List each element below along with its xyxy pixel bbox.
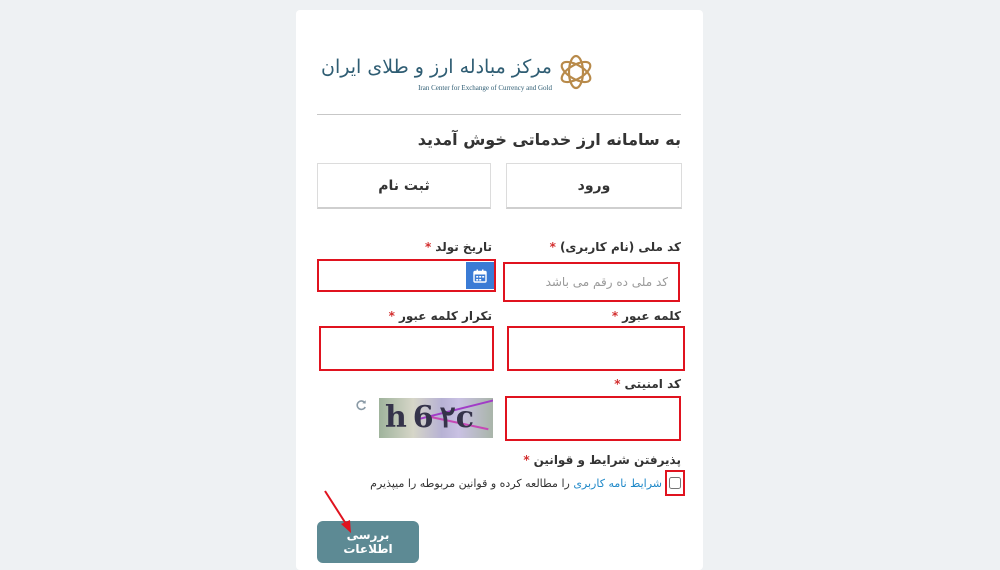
- birth-date-label: تاریخ تولد*: [425, 240, 492, 254]
- captcha-text: h6٢c: [385, 400, 481, 435]
- tab-login[interactable]: ورود: [506, 163, 682, 209]
- accept-terms-checkbox[interactable]: [669, 477, 681, 489]
- red-arrow-icon: [324, 490, 351, 533]
- logo-text-fa: مرکز مبادله ارز و طلای ایران: [321, 56, 552, 78]
- welcome-title: به سامانه ارز خدماتی خوش آمدید: [417, 130, 681, 149]
- required-mark: *: [425, 240, 432, 254]
- terms-text: شرایط نامه کاربری را مطالعه کرده و قوانی…: [370, 477, 662, 490]
- password-input[interactable]: [507, 326, 685, 371]
- logo-knot-icon: [560, 54, 592, 90]
- birth-date-label-text: تاریخ تولد: [435, 240, 492, 254]
- calendar-button[interactable]: [466, 262, 494, 289]
- logo: مرکز مبادله ارز و طلای ایران Iran Center…: [321, 48, 596, 110]
- logo-text-en: Iran Center for Exchange of Currency and…: [418, 84, 552, 92]
- accept-terms-label-text: پذیرفتن شرایط و قوانین: [533, 453, 681, 467]
- password-repeat-input[interactable]: [319, 326, 494, 371]
- security-code-label: کد امنیتی*: [614, 377, 681, 391]
- security-code-input[interactable]: [505, 396, 681, 441]
- calendar-icon: [473, 269, 487, 283]
- header-divider: [317, 114, 681, 115]
- required-mark: *: [523, 453, 530, 467]
- national-code-label-text: کد ملی (نام کاربری): [559, 240, 681, 254]
- password-repeat-label: تکرار کلمه عبور*: [389, 309, 492, 323]
- terms-link[interactable]: شرایط نامه کاربری: [573, 477, 662, 490]
- refresh-icon[interactable]: [355, 399, 367, 411]
- accept-terms-label: پذیرفتن شرایط و قوانین*: [523, 453, 681, 467]
- security-code-label-text: کد امنیتی: [624, 377, 681, 391]
- required-mark: *: [388, 309, 395, 323]
- tab-register[interactable]: ثبت نام: [317, 163, 491, 209]
- terms-rest-text: را مطالعه کرده و قوانین مربوطه را میپذیر…: [370, 477, 570, 490]
- password-label: کلمه عبور*: [612, 309, 681, 323]
- required-mark: *: [611, 309, 619, 323]
- required-mark: *: [549, 240, 556, 254]
- captcha-image: h6٢c: [379, 398, 493, 438]
- required-mark: *: [614, 377, 621, 391]
- accept-terms-checkbox-wrap[interactable]: [665, 470, 685, 496]
- registration-card: مرکز مبادله ارز و طلای ایران Iran Center…: [296, 10, 703, 570]
- password-label-text: کلمه عبور: [622, 309, 681, 323]
- national-code-input[interactable]: [503, 262, 680, 302]
- national-code-label: کد ملی (نام کاربری)*: [550, 240, 681, 254]
- password-repeat-label-text: تکرار کلمه عبور: [398, 309, 492, 323]
